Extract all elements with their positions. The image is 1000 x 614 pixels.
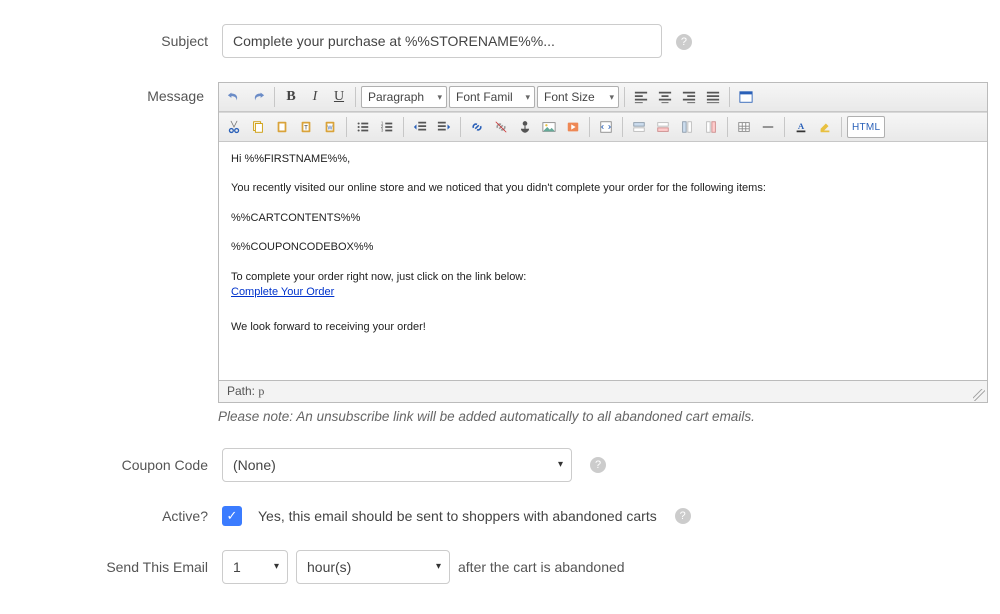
insert-col-icon[interactable]	[676, 116, 698, 138]
align-center-icon[interactable]	[654, 86, 676, 108]
align-right-icon[interactable]	[678, 86, 700, 108]
help-icon[interactable]: ?	[676, 34, 692, 50]
fullscreen-icon[interactable]	[735, 86, 757, 108]
table-icon[interactable]	[733, 116, 755, 138]
align-left-icon[interactable]	[630, 86, 652, 108]
indent-icon[interactable]	[433, 116, 455, 138]
delete-col-icon[interactable]	[700, 116, 722, 138]
text-color-icon[interactable]: A	[790, 116, 812, 138]
svg-text:A: A	[798, 121, 805, 131]
paste-text-icon[interactable]: T	[295, 116, 317, 138]
help-icon[interactable]: ?	[590, 457, 606, 473]
unsubscribe-note: Please note: An unsubscribe link will be…	[218, 409, 988, 424]
underline-icon[interactable]: U	[328, 86, 350, 108]
italic-icon[interactable]: I	[304, 86, 326, 108]
paragraph-select[interactable]: Paragraph	[361, 86, 447, 108]
editor-line: To complete your order right now, just c…	[231, 270, 975, 301]
subject-label: Subject	[12, 33, 222, 49]
editor-line: %%CARTCONTENTS%%	[231, 211, 975, 226]
anchor-icon[interactable]	[514, 116, 536, 138]
undo-icon[interactable]	[223, 86, 245, 108]
editor-path: Path: p	[219, 380, 987, 402]
outdent-icon[interactable]	[409, 116, 431, 138]
copy-icon[interactable]	[247, 116, 269, 138]
bold-icon[interactable]: B	[280, 86, 302, 108]
editor-toolbar-2: T W 123	[219, 112, 987, 142]
cut-icon[interactable]	[223, 116, 245, 138]
coupon-label: Coupon Code	[12, 457, 222, 473]
active-checkbox[interactable]: ✓	[222, 506, 242, 526]
link-icon[interactable]	[466, 116, 488, 138]
editor-line: %%COUPONCODEBOX%%	[231, 240, 975, 255]
image-icon[interactable]	[538, 116, 560, 138]
font-size-select[interactable]: Font Size	[537, 86, 619, 108]
send-label: Send This Email	[12, 559, 222, 575]
active-label: Active?	[12, 508, 222, 524]
send-quantity-select[interactable]: 1	[222, 550, 288, 584]
subject-input[interactable]	[222, 24, 662, 58]
editor-line: Hi %%FIRSTNAME%%,	[231, 152, 975, 167]
media-icon[interactable]	[562, 116, 584, 138]
svg-text:T: T	[304, 125, 308, 132]
unlink-icon[interactable]	[490, 116, 512, 138]
send-after-text: after the cart is abandoned	[458, 559, 625, 575]
html-button[interactable]: HTML	[847, 116, 885, 138]
editor-line: You recently visited our online store an…	[231, 181, 975, 196]
editor-toolbar-1: B I U Paragraph Font Famil Font Size	[219, 83, 987, 112]
source-icon[interactable]	[595, 116, 617, 138]
insert-row-icon[interactable]	[628, 116, 650, 138]
number-list-icon[interactable]: 123	[376, 116, 398, 138]
editor-body[interactable]: Hi %%FIRSTNAME%%, You recently visited o…	[219, 142, 987, 380]
paste-icon[interactable]	[271, 116, 293, 138]
editor-line: We look forward to receiving your order!	[231, 320, 975, 335]
resize-handle-icon[interactable]	[973, 389, 985, 401]
svg-text:3: 3	[381, 127, 384, 132]
coupon-select[interactable]: (None)	[222, 448, 572, 482]
svg-text:W: W	[328, 126, 333, 132]
help-icon[interactable]: ?	[675, 508, 691, 524]
align-justify-icon[interactable]	[702, 86, 724, 108]
complete-order-link[interactable]: Complete Your Order	[231, 286, 334, 298]
paste-word-icon[interactable]: W	[319, 116, 341, 138]
active-text: Yes, this email should be sent to shoppe…	[258, 508, 657, 524]
hr-icon[interactable]	[757, 116, 779, 138]
send-unit-select[interactable]: hour(s)	[296, 550, 450, 584]
delete-row-icon[interactable]	[652, 116, 674, 138]
font-family-select[interactable]: Font Famil	[449, 86, 535, 108]
redo-icon[interactable]	[247, 86, 269, 108]
highlight-icon[interactable]	[814, 116, 836, 138]
bullet-list-icon[interactable]	[352, 116, 374, 138]
message-label: Message	[12, 82, 218, 104]
rich-text-editor: B I U Paragraph Font Famil Font Size	[218, 82, 988, 403]
